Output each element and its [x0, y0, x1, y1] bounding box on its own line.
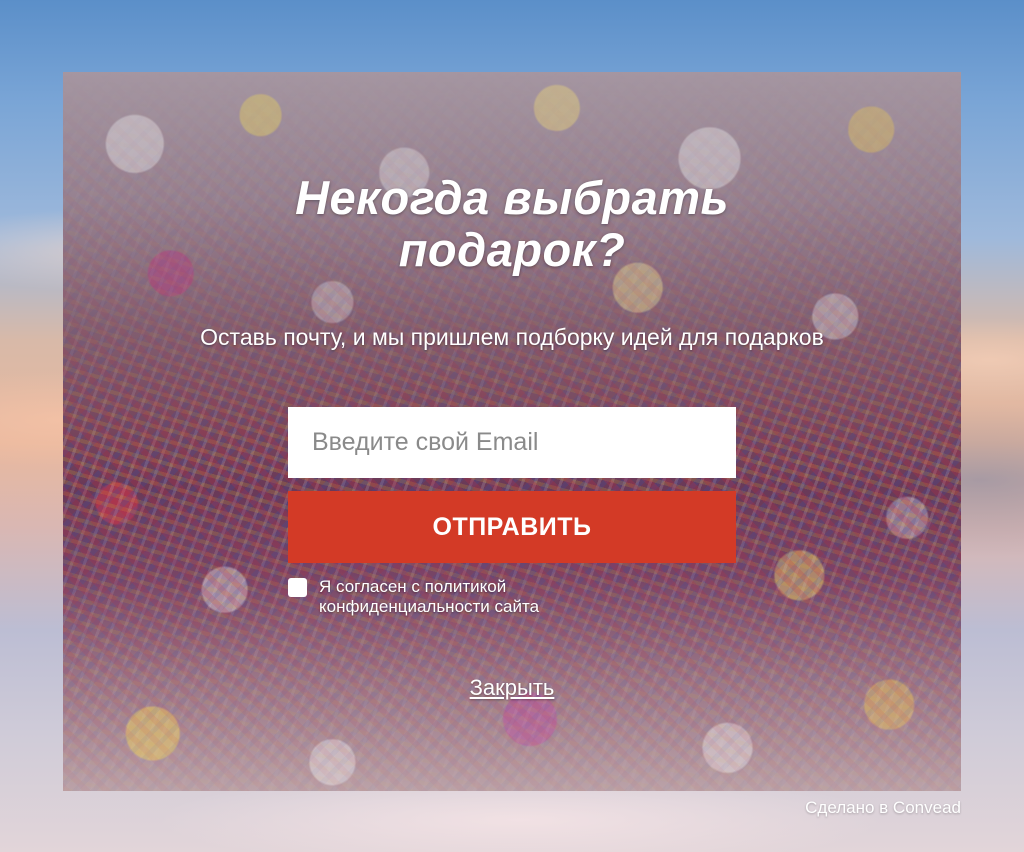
popup-title-line-2: подарок? — [398, 222, 626, 276]
submit-button[interactable]: ОТПРАВИТЬ — [288, 491, 736, 563]
page: { "popup": { "title_line1": "Некогда выб… — [0, 0, 1024, 852]
popup-title: Некогда выбрать подарок? — [63, 172, 961, 275]
consent-checkbox[interactable] — [288, 578, 307, 597]
popup-subtitle: Оставь почту, и мы пришлем подборку идей… — [200, 324, 824, 350]
popup-content: Некогда выбрать подарок? Оставь почту, и… — [63, 72, 961, 791]
credit-text: Сделано в Convead — [805, 798, 961, 817]
close-link[interactable]: Закрыть — [470, 675, 555, 700]
popup-title-line-1: Некогда выбрать — [295, 171, 729, 224]
consent-label: Я согласен с политикой конфиденциальност… — [319, 577, 540, 616]
subscribe-popup: Некогда выбрать подарок? Оставь почту, и… — [63, 72, 961, 791]
consent-row: Я согласен с политикой конфиденциальност… — [288, 577, 736, 616]
close-link-container: Закрыть — [63, 675, 961, 701]
email-input[interactable] — [288, 407, 736, 478]
